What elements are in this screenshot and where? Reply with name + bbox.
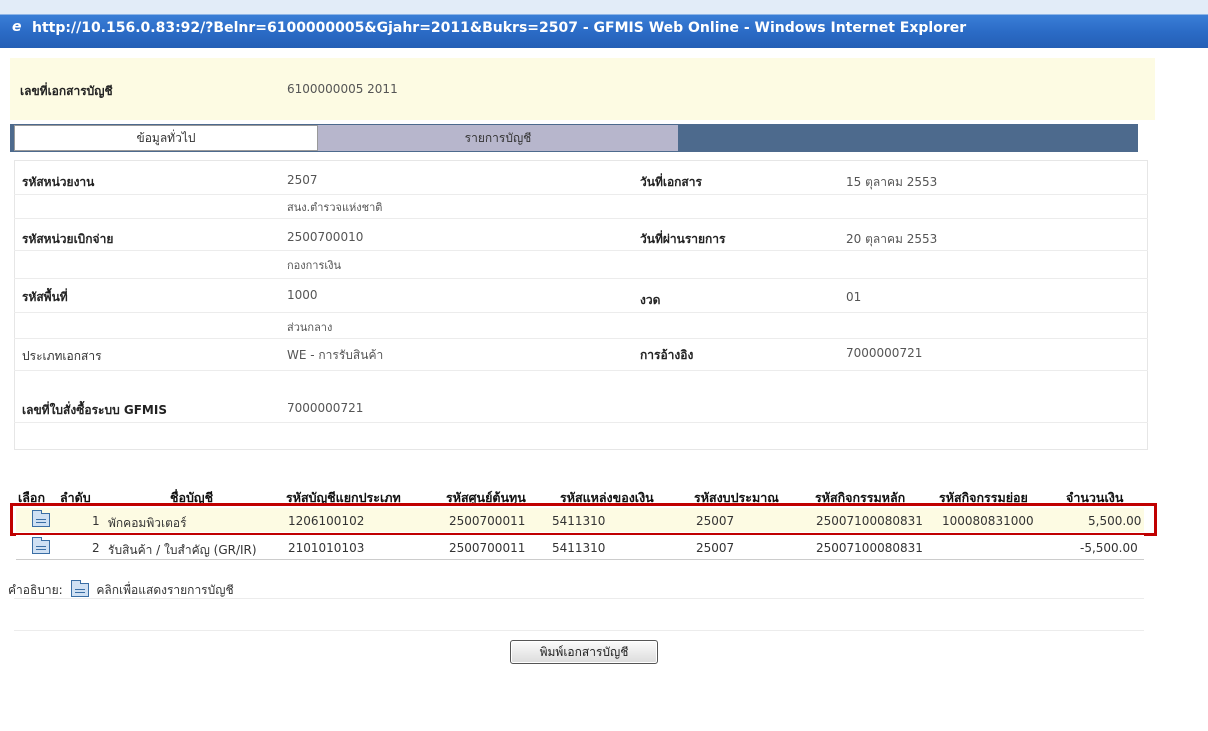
period-label: งวด xyxy=(640,293,661,307)
divider xyxy=(14,312,1148,313)
row-number: 2 xyxy=(92,541,100,555)
disbursement-name-value: กองการเงิน xyxy=(287,259,342,272)
doc-type-label: ประเภทเอกสาร xyxy=(22,349,102,363)
area-name-value: ส่วนกลาง xyxy=(287,321,333,334)
divider xyxy=(14,218,1148,219)
window-title: http://10.156.0.83:92/?Belnr=6100000005&… xyxy=(32,20,967,36)
dept-code-value: 2507 xyxy=(287,173,318,187)
highlighted-row-frame xyxy=(10,503,1157,536)
disbursement-code-value: 2500700010 xyxy=(287,230,364,244)
folder-icon xyxy=(70,580,89,597)
print-document-button[interactable]: พิมพ์เอกสารบัญชี xyxy=(510,640,658,664)
reference-label: การอ้างอิง xyxy=(640,348,694,362)
tab-general[interactable]: ข้อมูลทั่วไป xyxy=(14,125,318,151)
doc-type-value: WE - การรับสินค้า xyxy=(287,348,384,362)
area-code-value: 1000 xyxy=(287,288,318,302)
window-title-bar: e http://10.156.0.83:92/?Belnr=610000000… xyxy=(0,0,1208,48)
legend-text: คลิกเพื่อแสดงรายการบัญชี xyxy=(96,583,234,597)
divider xyxy=(14,194,1148,195)
main-activity: 25007100080831 xyxy=(816,541,923,555)
doc-date-value: 15 ตุลาคม 2553 xyxy=(846,175,938,189)
divider xyxy=(14,598,1144,599)
dept-code-label: รหัสหน่วยงาน xyxy=(22,175,95,189)
divider xyxy=(14,630,1144,631)
disbursement-code-label: รหัสหน่วยเบิกจ่าย xyxy=(22,232,114,246)
general-info-panel xyxy=(14,160,1148,450)
budget-code: 25007 xyxy=(696,541,735,555)
fund-source: 5411310 xyxy=(552,541,606,555)
document-number-label: เลขที่เอกสารบัญชี xyxy=(20,84,113,98)
area-code-label: รหัสพื้นที่ xyxy=(22,290,68,304)
reference-value: 7000000721 xyxy=(846,346,923,360)
divider xyxy=(14,422,1148,423)
legend-prefix: คำอธิบาย: xyxy=(8,583,63,597)
cost-center: 2500700011 xyxy=(449,541,526,555)
tab-account-items[interactable]: รายการบัญชี xyxy=(318,125,678,151)
purchase-order-value: 7000000721 xyxy=(287,401,364,415)
gl-code: 2101010103 xyxy=(288,541,365,555)
account-name: รับสินค้า / ใบสำคัญ (GR/IR) xyxy=(108,543,257,557)
purchase-order-label: เลขที่ใบสั่งซื้อระบบ GFMIS xyxy=(22,403,167,417)
window-right-edge xyxy=(1200,48,1208,731)
divider xyxy=(14,370,1148,371)
document-number-value: 6100000005 2011 xyxy=(287,82,398,96)
divider xyxy=(14,338,1148,339)
period-value: 01 xyxy=(846,290,862,304)
divider xyxy=(14,278,1148,279)
divider xyxy=(14,250,1148,251)
document-number-bar xyxy=(10,58,1155,120)
folder-icon[interactable] xyxy=(32,537,50,554)
dept-name-value: สนง.ตำรวจแห่งชาติ xyxy=(287,201,383,214)
amount: -5,500.00 xyxy=(1080,541,1138,555)
posting-date-value: 20 ตุลาคม 2553 xyxy=(846,232,938,246)
posting-date-label: วันที่ผ่านรายการ xyxy=(640,232,726,246)
doc-date-label: วันที่เอกสาร xyxy=(640,175,702,189)
internet-explorer-icon: e xyxy=(12,19,22,35)
legend: คำอธิบาย: คลิกเพื่อแสดงรายการบัญชี xyxy=(8,580,234,600)
